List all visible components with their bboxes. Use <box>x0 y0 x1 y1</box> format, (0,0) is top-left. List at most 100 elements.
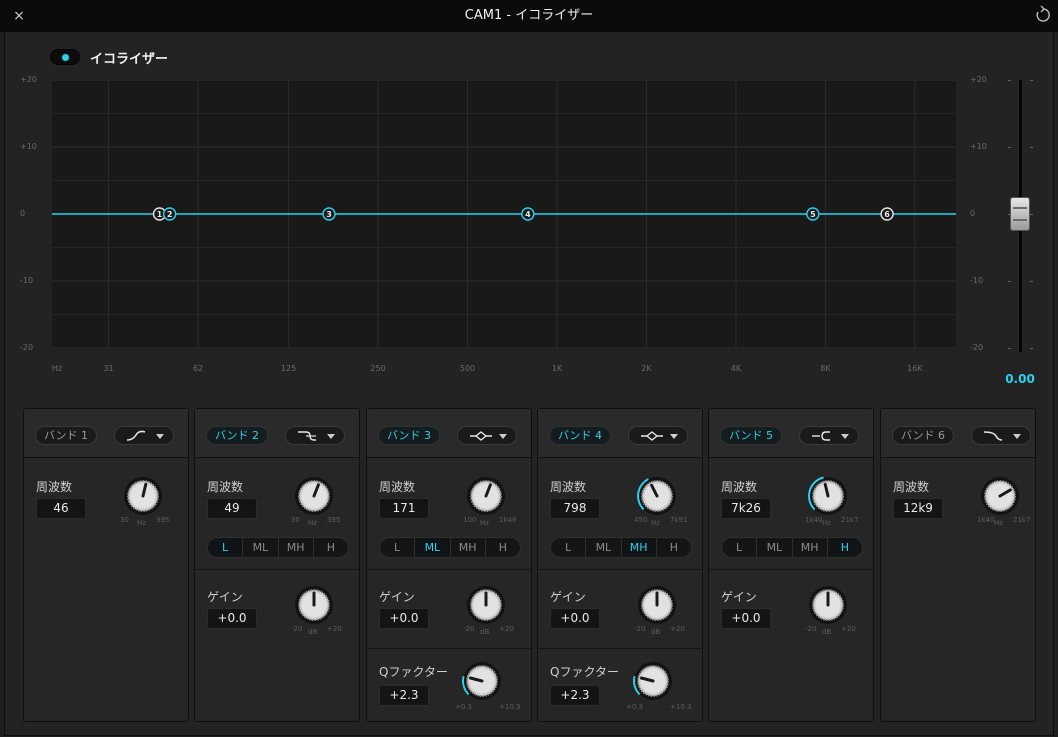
fader-tick <box>1008 281 1011 282</box>
band-6-shape-dropdown[interactable] <box>971 426 1031 445</box>
gain-unit: dB <box>651 628 661 636</box>
range-option-ml[interactable]: ML <box>415 538 451 557</box>
range-option-h[interactable]: H <box>657 538 691 557</box>
gain-label: ゲイン <box>379 590 415 604</box>
range-option-l[interactable]: L <box>208 538 244 557</box>
frequency-knob[interactable] <box>293 475 335 517</box>
q-factor-section: Qファクター +2.3 +0.3 +10.3 <box>538 649 702 722</box>
range-option-l[interactable]: L <box>551 538 587 557</box>
gain-value[interactable]: +0.0 <box>721 608 771 629</box>
band-4-toggle[interactable]: バンド 4 <box>549 426 612 445</box>
frequency-label: 周波数 <box>550 480 587 494</box>
eq-response-graph[interactable]: 12 3 4 5 6 <box>52 80 956 348</box>
fader-tick <box>1008 80 1011 81</box>
chevron-down-icon <box>841 434 849 439</box>
band-1-toggle[interactable]: バンド 1 <box>35 426 98 445</box>
chevron-down-icon <box>670 434 678 439</box>
q-factor-max: +10.3 <box>499 703 521 711</box>
range-option-mh[interactable]: MH <box>621 538 657 557</box>
reset-icon[interactable] <box>1032 4 1054 26</box>
frequency-value[interactable]: 46 <box>36 498 86 519</box>
band-2-shape-dropdown[interactable] <box>285 426 345 445</box>
gain-value[interactable]: +0.0 <box>379 608 429 629</box>
range-option-mh[interactable]: MH <box>793 538 828 557</box>
range-option-ml[interactable]: ML <box>243 538 279 557</box>
gain-max: +20 <box>327 625 342 633</box>
frequency-label: 周波数 <box>36 480 73 494</box>
range-option-h[interactable]: H <box>827 538 862 557</box>
frequency-value[interactable]: 7k26 <box>721 498 771 519</box>
range-option-l[interactable]: L <box>380 538 416 557</box>
gain-value[interactable]: +0.0 <box>207 608 257 629</box>
gain-max: +20 <box>499 625 514 633</box>
gain-knob[interactable] <box>465 584 507 626</box>
frequency-unit: Hz <box>822 519 831 527</box>
band-panel-2: バンド 2 周波数 49 30 Hz 395 L ML MH H ゲイン +0.… <box>194 408 360 722</box>
band-3-shape-dropdown[interactable] <box>457 426 517 445</box>
frequency-max: 1k48 <box>499 516 517 524</box>
range-option-mh[interactable]: MH <box>451 538 486 557</box>
toggle-indicator <box>62 54 69 61</box>
q-factor-knob[interactable] <box>632 660 674 702</box>
frequency-value[interactable]: 171 <box>379 498 429 519</box>
frequency-unit: Hz <box>137 519 146 527</box>
gain-knob[interactable] <box>636 584 678 626</box>
frequency-knob[interactable] <box>465 475 507 517</box>
eq-node-4[interactable]: 4 <box>521 207 535 221</box>
frequency-knob[interactable] <box>807 475 849 517</box>
eq-node-2[interactable]: 2 <box>162 207 177 221</box>
q-factor-section: Qファクター +2.3 +0.3 +10.3 <box>367 649 531 722</box>
frequency-label: 周波数 <box>207 480 244 494</box>
gain-label: ゲイン <box>721 590 757 604</box>
gain-min: -20 <box>634 625 646 633</box>
eq-node-3[interactable]: 3 <box>322 207 336 221</box>
band-5-shape-dropdown[interactable] <box>799 426 859 445</box>
q-factor-knob[interactable] <box>461 660 503 702</box>
band-header: バンド 5 <box>709 409 873 458</box>
gain-knob[interactable] <box>293 584 335 626</box>
frequency-value[interactable]: 49 <box>207 498 257 519</box>
frequency-knob[interactable] <box>122 475 164 517</box>
title-bar: × CAM1 - イコライザー <box>0 0 1058 32</box>
gain-section: ゲイン +0.0 -20 dB +20 <box>538 570 702 649</box>
fader-tick <box>1008 348 1011 349</box>
range-option-h[interactable]: H <box>486 538 520 557</box>
fader-tick <box>1030 80 1033 81</box>
frequency-max: 395 <box>156 516 170 524</box>
frequency-value[interactable]: 12k9 <box>893 498 943 519</box>
frequency-min: 100 <box>463 516 477 524</box>
frequency-knob[interactable] <box>979 475 1021 517</box>
window-title: CAM1 - イコライザー <box>464 8 594 23</box>
frequency-max: 21k7 <box>841 516 859 524</box>
eq-node-6[interactable]: 6 <box>880 207 894 221</box>
gain-max: +20 <box>670 625 685 633</box>
gain-value[interactable]: +0.0 <box>550 608 600 629</box>
fader-tick <box>1030 214 1033 215</box>
band-4-shape-dropdown[interactable] <box>628 426 688 445</box>
band-1-shape-dropdown[interactable] <box>114 426 174 445</box>
range-option-mh[interactable]: MH <box>279 538 314 557</box>
range-option-ml[interactable]: ML <box>757 538 793 557</box>
frequency-min: 30 <box>291 516 300 524</box>
range-option-h[interactable]: H <box>314 538 348 557</box>
range-option-ml[interactable]: ML <box>586 538 622 557</box>
range-option-l[interactable]: L <box>722 538 758 557</box>
frequency-max: 21k7 <box>1013 516 1031 524</box>
q-factor-max: +10.3 <box>670 703 692 711</box>
q-factor-value[interactable]: +2.3 <box>550 685 600 706</box>
frequency-knob[interactable] <box>636 475 678 517</box>
frequency-value[interactable]: 798 <box>550 498 600 519</box>
chevron-down-icon <box>499 434 507 439</box>
gain-knob[interactable] <box>807 584 849 626</box>
band-3-toggle[interactable]: バンド 3 <box>378 426 441 445</box>
equalizer-toggle-row: イコライザー <box>50 46 168 68</box>
q-factor-value[interactable]: +2.3 <box>379 685 429 706</box>
band-2-toggle[interactable]: バンド 2 <box>206 426 269 445</box>
eq-node-5[interactable]: 5 <box>806 207 820 221</box>
band-6-toggle[interactable]: バンド 6 <box>892 426 955 445</box>
band-5-toggle[interactable]: バンド 5 <box>720 426 783 445</box>
output-fader-handle[interactable] <box>1010 197 1030 231</box>
band-panel-5: バンド 5 周波数 7k26 1k40 Hz 21k7 L ML MH H ゲイン <box>708 408 874 722</box>
frequency-unit: Hz <box>308 519 317 527</box>
equalizer-toggle[interactable] <box>50 49 80 65</box>
